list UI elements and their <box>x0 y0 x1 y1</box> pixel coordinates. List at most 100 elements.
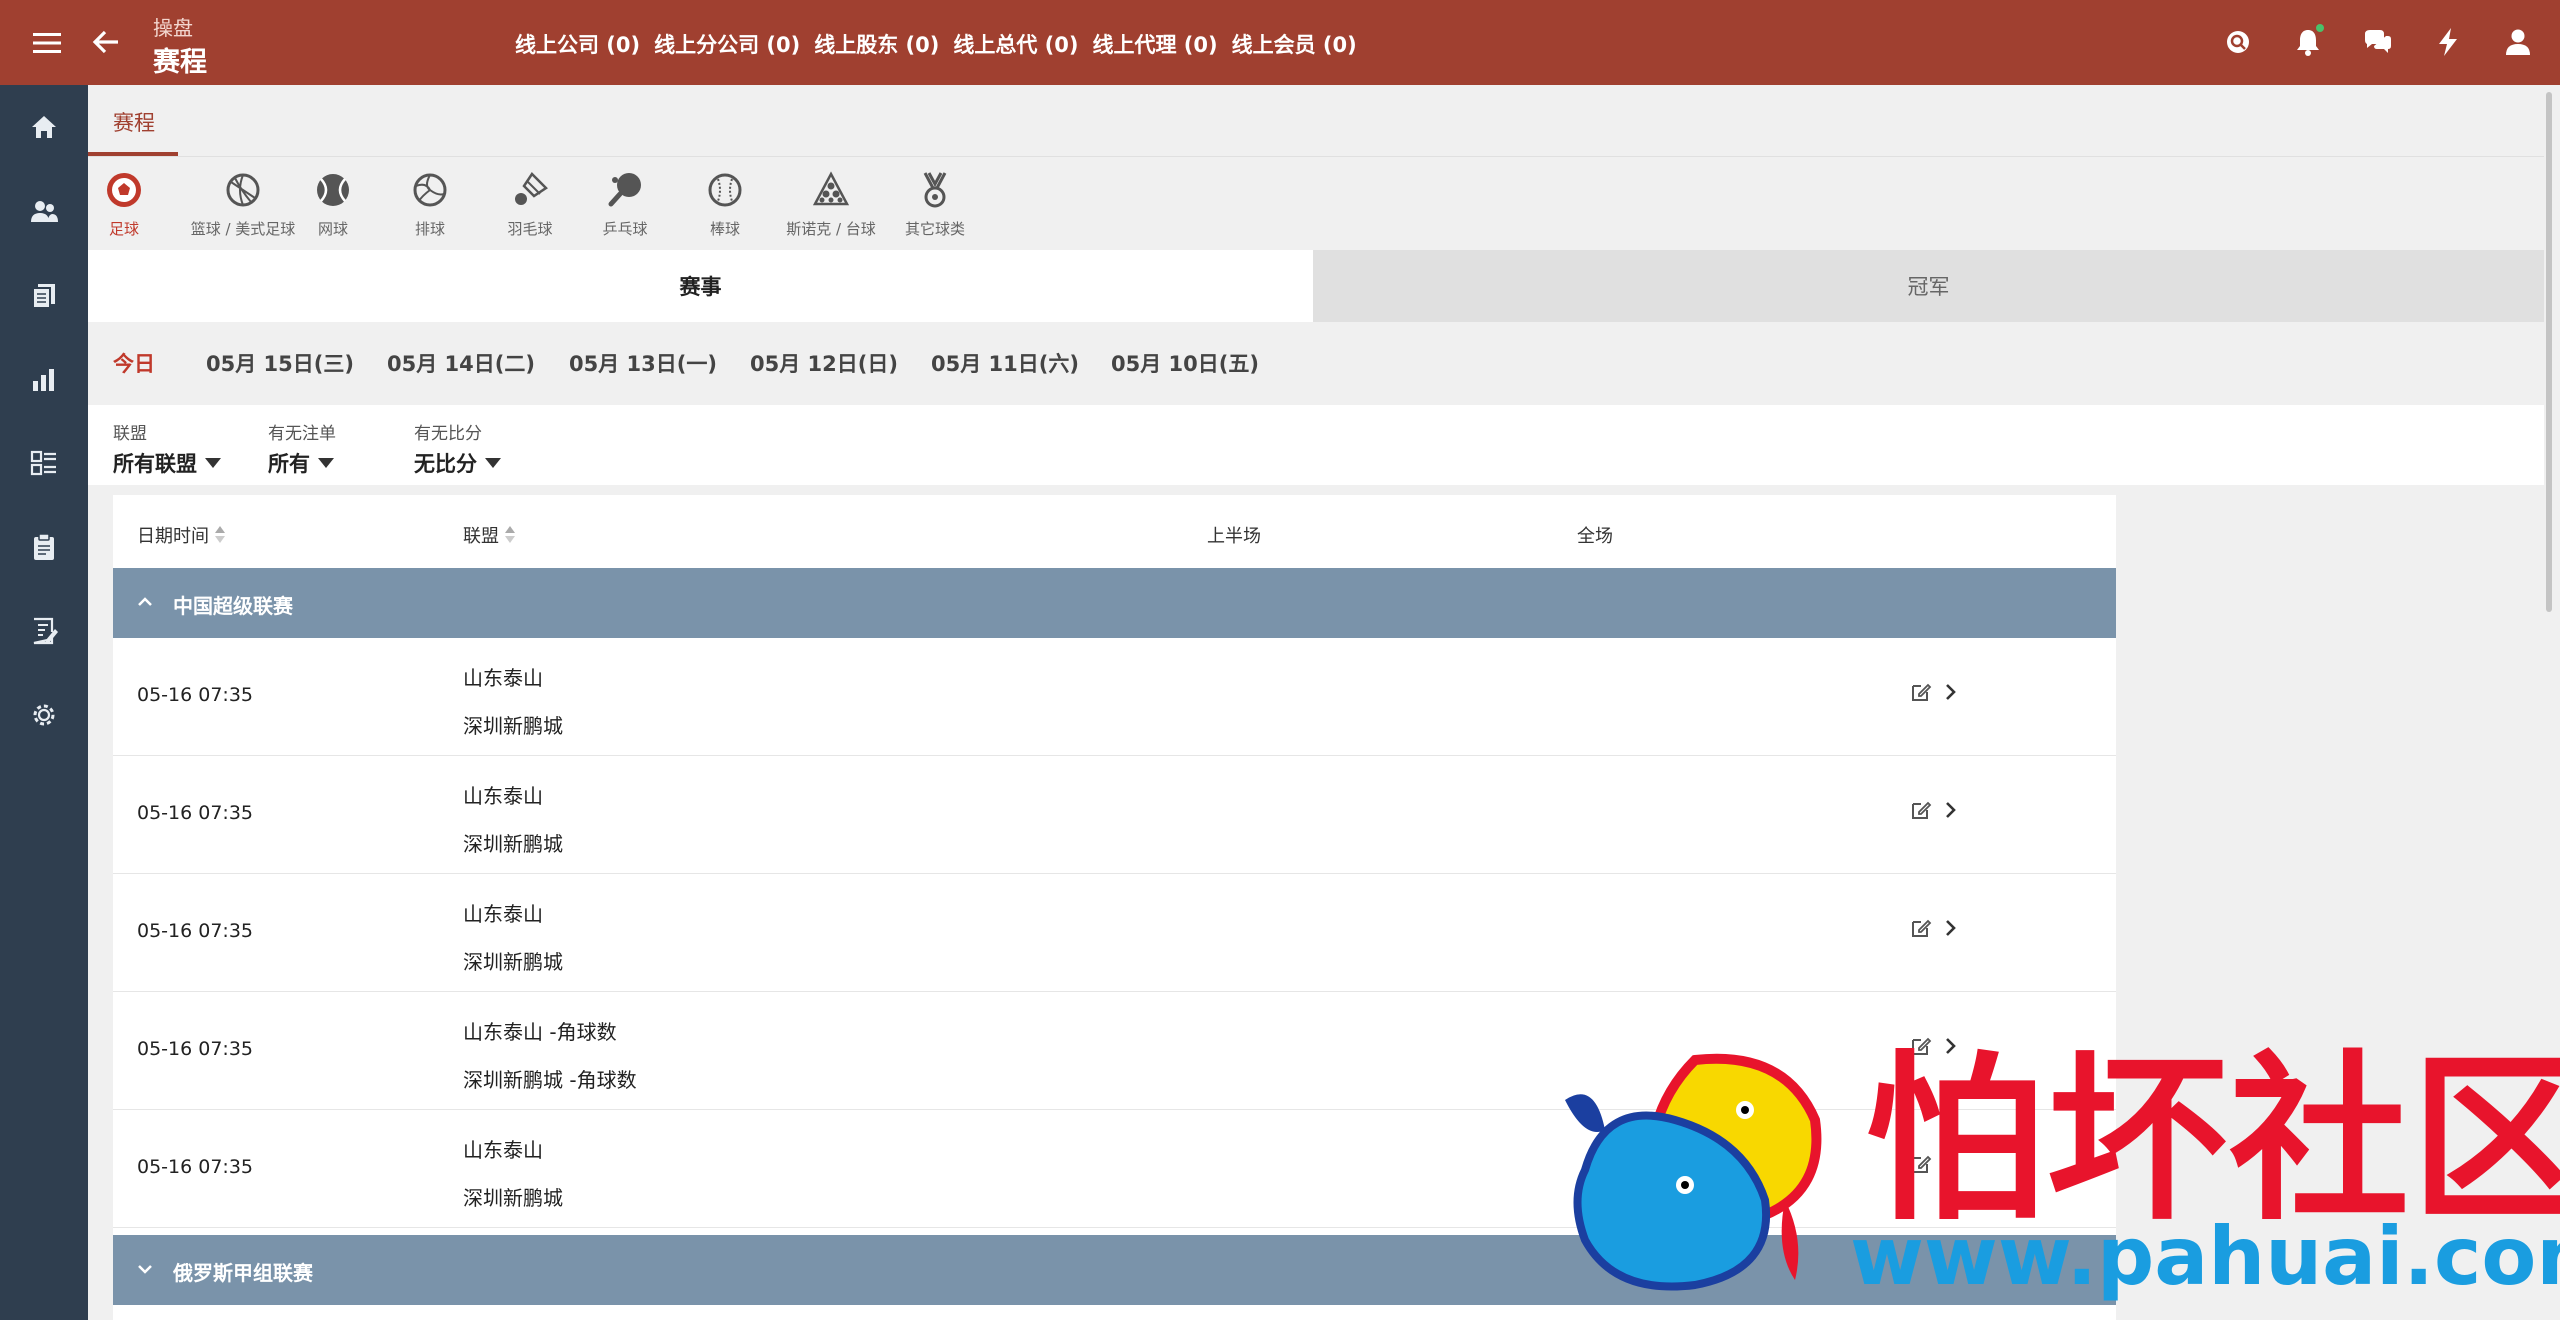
filter-label: 有无比分 <box>414 424 482 444</box>
caret-down-icon <box>318 458 334 468</box>
header-datetime[interactable]: 日期时间 <box>137 522 225 548</box>
users-icon[interactable] <box>28 195 60 227</box>
filter-value: 无比分 <box>414 452 477 476</box>
docs-icon[interactable] <box>28 279 60 311</box>
away-team: 深圳新鹏城 <box>463 832 563 856</box>
filter-label: 有无注单 <box>268 424 336 444</box>
chevron-right-icon[interactable] <box>1941 680 1961 704</box>
date-tab[interactable]: 05月 14日(二) <box>387 348 535 378</box>
sidebar <box>0 85 88 1320</box>
scrollbar-thumb[interactable] <box>2546 92 2552 612</box>
segment-matches[interactable]: 赛事 <box>88 250 1313 322</box>
sport-label: 棒球 <box>709 220 740 238</box>
sport-basketball[interactable]: 篮球 / 美式足球 <box>188 170 298 239</box>
match-time: 05-16 07:35 <box>137 802 254 824</box>
online-shareholder-count[interactable]: 线上股东 (0) <box>814 29 939 59</box>
date-tab-today[interactable]: 今日 <box>113 348 155 378</box>
table-row[interactable]: 05-16 07:35 山东泰山 深圳新鹏城 <box>113 638 2116 756</box>
league-filter[interactable]: 联盟 所有联盟 <box>113 419 221 478</box>
match-time: 05-16 07:35 <box>137 920 254 942</box>
clipboard-icon[interactable] <box>28 531 60 563</box>
volleyball-icon <box>413 173 447 207</box>
watermark-url: www.pahuai.com <box>1850 1210 2560 1303</box>
online-general-agent-count[interactable]: 线上总代 (0) <box>953 29 1078 59</box>
sport-volleyball[interactable]: 排球 <box>410 170 450 239</box>
online-member-count[interactable]: 线上会员 (0) <box>1232 29 1357 59</box>
page-tabs: 赛程 <box>88 85 2544 157</box>
header-first-half: 上半场 <box>1207 526 1261 547</box>
medal-icon <box>923 172 947 208</box>
edit-icon[interactable] <box>1909 680 1933 704</box>
user-icon[interactable] <box>2500 24 2536 60</box>
filter-value: 所有 <box>268 452 310 476</box>
league-group-header[interactable]: 中国超级联赛 <box>113 568 2116 638</box>
tab-schedule[interactable]: 赛程 <box>113 107 155 137</box>
date-tab[interactable]: 05月 10日(五) <box>1111 348 1259 378</box>
filter-bar: 联盟 所有联盟 有无注单 所有 有无比分 无比分 <box>88 405 2544 485</box>
tab-underline <box>88 152 178 156</box>
header-league[interactable]: 联盟 <box>463 522 515 548</box>
search-icon[interactable] <box>2220 24 2256 60</box>
sport-soccer[interactable]: 足球 <box>104 170 144 239</box>
pingpong-icon <box>608 173 641 207</box>
sport-pingpong[interactable]: 乒乓球 <box>595 170 655 239</box>
home-team: 山东泰山 <box>463 902 543 926</box>
snooker-icon <box>812 171 850 206</box>
match-time: 05-16 07:35 <box>137 684 254 706</box>
home-team: 山东泰山 <box>463 666 543 690</box>
edit-icon[interactable] <box>1909 916 1933 940</box>
date-tab[interactable]: 05月 11日(六) <box>931 348 1079 378</box>
sport-label: 网球 <box>317 220 348 238</box>
match-time: 05-16 07:35 <box>137 1156 254 1178</box>
report-icon[interactable] <box>28 615 60 647</box>
date-tab[interactable]: 05月 15日(三) <box>206 348 354 378</box>
league-name: 俄罗斯甲组联赛 <box>173 1261 313 1285</box>
header-tools <box>2220 24 2536 60</box>
table-row[interactable]: 05-16 07:35 山东泰山 深圳新鹏城 <box>113 874 2116 992</box>
list-icon[interactable] <box>28 447 60 479</box>
table-row[interactable]: 05-16 07:35 山东泰山 深圳新鹏城 <box>113 756 2116 874</box>
top-bar: 操盘 赛程 线上公司 (0) 线上分公司 (0) 线上股东 (0) 线上总代 (… <box>0 0 2560 85</box>
sport-tennis[interactable]: 网球 <box>313 170 353 239</box>
caret-down-icon <box>485 458 501 468</box>
sport-baseball[interactable]: 棒球 <box>705 170 745 239</box>
notification-dot <box>2316 24 2324 32</box>
breadcrumb: 操盘 <box>153 16 193 40</box>
page-title: 赛程 <box>153 47 207 78</box>
home-team: 山东泰山 <box>463 784 543 808</box>
filter-label: 联盟 <box>113 424 147 444</box>
bets-filter[interactable]: 有无注单 所有 <box>268 419 336 478</box>
away-team: 深圳新鹏城 -角球数 <box>463 1068 637 1092</box>
away-team: 深圳新鹏城 <box>463 714 563 738</box>
date-tab[interactable]: 05月 12日(日) <box>750 348 898 378</box>
home-team: 山东泰山 -角球数 <box>463 1020 617 1044</box>
settings-icon[interactable] <box>28 699 60 731</box>
caret-down-icon <box>205 458 221 468</box>
segment-champion[interactable]: 冠军 <box>1313 250 2544 322</box>
away-team: 深圳新鹏城 <box>463 1186 563 1210</box>
home-icon[interactable] <box>28 111 60 143</box>
sport-label: 乒乓球 <box>602 220 648 238</box>
chevron-up-icon <box>138 597 152 606</box>
date-tab[interactable]: 05月 13日(一) <box>569 348 717 378</box>
sport-snooker[interactable]: 斯诺克 / 台球 <box>781 170 881 239</box>
chart-icon[interactable] <box>28 363 60 395</box>
date-tabs: 今日 05月 15日(三) 05月 14日(二) 05月 13日(一) 05月 … <box>88 322 2544 402</box>
sport-label: 其它球类 <box>904 220 965 238</box>
edit-icon[interactable] <box>1909 798 1933 822</box>
table-header: 日期时间 联盟 上半场 全场 <box>113 495 2116 568</box>
online-branch-count[interactable]: 线上分公司 (0) <box>654 29 800 59</box>
score-filter[interactable]: 有无比分 无比分 <box>414 419 501 478</box>
back-arrow-icon[interactable] <box>88 24 124 60</box>
menu-icon[interactable] <box>30 26 64 60</box>
fish-logo-icon <box>1565 1053 1822 1291</box>
chevron-right-icon[interactable] <box>1941 916 1961 940</box>
chevron-right-icon[interactable] <box>1941 798 1961 822</box>
bolt-icon[interactable] <box>2430 24 2466 60</box>
chat-icon[interactable] <box>2360 24 2396 60</box>
sport-badminton[interactable]: 羽毛球 <box>500 170 560 239</box>
sport-others[interactable]: 其它球类 <box>900 170 970 239</box>
online-agent-count[interactable]: 线上代理 (0) <box>1093 29 1218 59</box>
notification-button[interactable] <box>2290 24 2326 60</box>
online-company-count[interactable]: 线上公司 (0) <box>515 29 640 59</box>
